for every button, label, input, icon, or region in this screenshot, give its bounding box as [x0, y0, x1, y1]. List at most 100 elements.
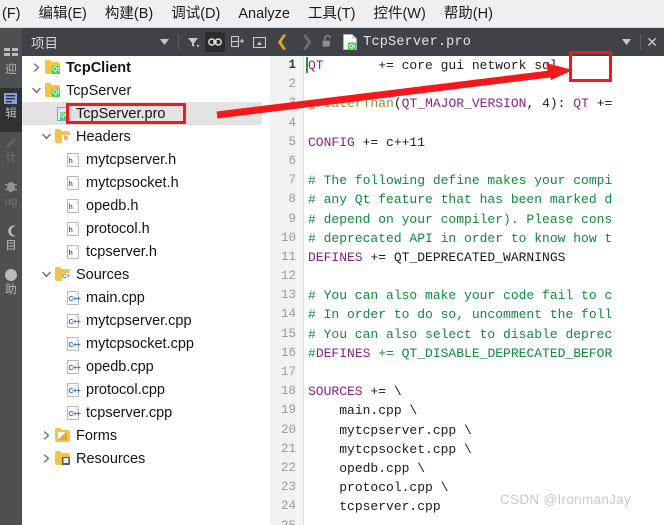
unlock-icon[interactable]	[321, 34, 337, 50]
line-number: 25	[270, 517, 296, 525]
code-text: opedb.cpp \	[339, 460, 426, 476]
mode-help[interactable]: 助	[0, 264, 22, 308]
code-text: mytcpsocket.cpp \	[339, 441, 472, 457]
tab-dropdown-icon[interactable]	[616, 37, 637, 47]
mode-design[interactable]: 计	[0, 132, 22, 176]
tree-item-label: protocol.cpp	[86, 381, 165, 398]
editor-tab-filename[interactable]: TcpServer.pro	[363, 35, 471, 50]
tree-twisty-none	[48, 171, 64, 194]
editor-tab-bar: ❮ ❯ Qt TcpServer.pro ✕	[270, 28, 664, 57]
tree-item-main-cpp[interactable]: C++ main.cpp	[22, 286, 270, 309]
menu-item-tools[interactable]: 工具(T)	[299, 0, 365, 28]
tree-twisty-collapsed[interactable]	[28, 56, 44, 79]
tree-twisty-none	[48, 309, 64, 332]
code-line: 16 #DEFINES += QT_DISABLE_DEPRECATED_BEFO…	[270, 344, 664, 363]
mode-debug[interactable]: ug	[0, 176, 22, 220]
line-number: 10	[280, 230, 296, 245]
project-tree[interactable]: Qt TcpClient Qt TcpServer Qt TcpServer.pro h He…	[22, 56, 270, 525]
menu-item-build[interactable]: 构建(B)	[96, 0, 162, 28]
cpp-file-icon: C++	[64, 289, 81, 306]
code-line: 9 # depend on your compiler). Please cons	[270, 210, 664, 229]
tree-item-tcpserver[interactable]: Qt TcpServer	[22, 79, 270, 102]
menu-item-analyze[interactable]: Analyze	[229, 0, 299, 28]
collapse-all-icon[interactable]	[227, 32, 247, 52]
help-icon	[0, 264, 22, 284]
more-options-icon[interactable]	[249, 32, 269, 52]
tree-item-protocol-h[interactable]: h protocol.h	[22, 217, 270, 240]
back-arrow-icon[interactable]: ❮	[270, 28, 295, 56]
tree-item-mytcpserver-cpp[interactable]: C++ mytcpserver.cpp	[22, 309, 270, 332]
tree-item-resources[interactable]: ▦ Resources	[22, 447, 270, 470]
tree-twisty-expanded[interactable]	[28, 79, 44, 102]
line-number: 7	[288, 173, 296, 188]
tree-item-tcpclient[interactable]: Qt TcpClient	[22, 56, 270, 79]
line-number: 16	[280, 345, 296, 360]
mode-selector-bar: 迎 辑 计 ug 目 助	[0, 28, 22, 525]
menu-item-file[interactable]: (F)	[0, 0, 30, 28]
tree-item-label: protocol.h	[86, 220, 150, 237]
mode-debug-label: ug	[4, 196, 18, 208]
code-line: 18 SOURCES += \	[270, 382, 664, 401]
menu-item-edit[interactable]: 编辑(E)	[30, 0, 96, 28]
forward-arrow-icon[interactable]: ❯	[295, 28, 320, 56]
link-with-editor-icon[interactable]	[205, 32, 225, 52]
line-number: 17	[280, 365, 296, 379]
close-icon[interactable]: ✕	[644, 34, 664, 51]
code-editor[interactable]: 1 QT += core gui network sql 2 3 greaterThan…	[270, 56, 664, 525]
mode-design-label: 计	[5, 152, 17, 164]
tree-item-mytcpserver-h[interactable]: h mytcpserver.h	[22, 148, 270, 171]
tree-twisty-collapsed[interactable]	[38, 424, 54, 447]
tree-item-headers[interactable]: h Headers	[22, 125, 270, 148]
code-line: 20 mytcpserver.cpp \	[270, 421, 664, 440]
mode-welcome[interactable]: 迎	[0, 44, 22, 88]
code-text: # The following define makes your compi	[308, 173, 613, 189]
header-file-icon: h	[64, 197, 81, 214]
menu-item-debug[interactable]: 调试(D)	[162, 0, 229, 28]
tree-twisty-collapsed[interactable]	[38, 447, 54, 470]
code-text: # In order to do so, uncomment the foll	[308, 307, 613, 323]
tree-item-label: tcpserver.cpp	[86, 404, 173, 421]
menu-item-window[interactable]: 控件(W)	[364, 0, 434, 28]
tree-item-sources[interactable]: C+ Sources	[22, 263, 270, 286]
line-number: 18	[280, 384, 296, 399]
tree-item-forms[interactable]: Forms	[22, 424, 270, 447]
debug-icon	[0, 176, 22, 196]
tree-item-tcpserver-cpp[interactable]: C++ tcpserver.cpp	[22, 401, 270, 424]
mode-projects[interactable]: 目	[0, 220, 22, 264]
cpp-file-icon: C++	[64, 404, 81, 421]
tree-item-tcpserver-h[interactable]: h tcpserver.h	[22, 240, 270, 263]
tree-item-mytcpsocket-h[interactable]: h mytcpsocket.h	[22, 171, 270, 194]
tree-item-opedb-h[interactable]: h opedb.h	[22, 194, 270, 217]
code-line: 1 QT += core gui network sql	[270, 56, 664, 75]
line-number: 21	[280, 441, 296, 456]
line-number: 20	[280, 422, 296, 437]
tree-item-opedb-cpp[interactable]: C++ opedb.cpp	[22, 355, 270, 378]
tree-item-protocol-cpp[interactable]: C++ protocol.cpp	[22, 378, 270, 401]
welcome-icon	[0, 44, 22, 64]
line-number: 6	[288, 153, 296, 168]
menu-item-help[interactable]: 帮助(H)	[435, 0, 502, 28]
cpp-file-icon: C++	[64, 335, 81, 352]
code-text: protocol.cpp \	[339, 480, 449, 496]
tree-item-tcpserver-pro[interactable]: Qt TcpServer.pro	[22, 102, 270, 125]
tree-item-label: tcpserver.h	[86, 243, 157, 260]
code-line: 13 # You can also make your code fail to …	[270, 286, 664, 305]
mode-edit[interactable]: 辑	[0, 88, 22, 132]
qt-creator-window: (F) 编辑(E) 构建(B) 调试(D) Analyze 工具(T) 控件(W…	[0, 0, 664, 525]
tree-item-mytcpsocket-cpp[interactable]: C++ mytcpsocket.cpp	[22, 332, 270, 355]
code-line: 17	[270, 363, 664, 382]
filter-icon[interactable]	[183, 32, 203, 52]
line-number: 23	[280, 480, 296, 495]
tree-item-label: opedb.h	[86, 197, 139, 214]
tree-twisty-expanded[interactable]	[38, 125, 54, 148]
code-line: 10 # deprecated API in order to know how …	[270, 229, 664, 248]
line-number: 22	[280, 460, 296, 475]
chevron-down-icon[interactable]	[154, 32, 174, 52]
tabbar-divider	[640, 34, 642, 50]
code-text: CONFIG += c++11	[308, 134, 426, 150]
tree-twisty-expanded[interactable]	[38, 263, 54, 286]
qt-project-folder-icon: Qt	[44, 82, 61, 99]
tree-twisty-none	[48, 332, 64, 355]
code-line: 6	[270, 152, 664, 171]
code-line: 19 main.cpp \	[270, 401, 664, 420]
